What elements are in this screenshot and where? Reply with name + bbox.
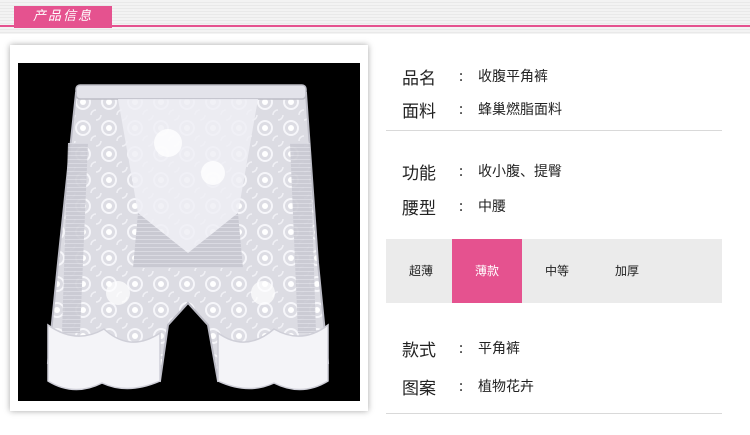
spec-colon: : — [458, 67, 464, 85]
spec-value: 中腰 — [478, 199, 506, 215]
spec-row-function: 功能 : 收小腹、提臀 — [402, 156, 562, 186]
section-divider — [386, 413, 722, 414]
spec-value: 收小腹、提臀 — [478, 164, 562, 180]
product-photo — [18, 63, 360, 401]
spec-row-pattern: 图案 : 植物花卉 — [402, 371, 534, 401]
spec-label: 功能 — [402, 163, 436, 184]
spec-label: 品名 — [402, 68, 436, 89]
spec-colon: : — [458, 197, 464, 215]
thickness-option-ultra-thin[interactable]: 超薄 — [386, 239, 456, 303]
spec-value: 收腹平角裤 — [478, 69, 548, 85]
spec-colon: : — [458, 377, 464, 395]
spec-label: 面料 — [402, 101, 436, 122]
spec-colon: : — [458, 162, 464, 180]
spec-label: 腰型 — [402, 198, 436, 219]
spec-label: 图案 — [402, 378, 436, 399]
spec-value: 蜂巢燃脂面料 — [478, 102, 562, 118]
section-title-tag: 产品信息 — [14, 6, 112, 28]
spec-colon: : — [458, 339, 464, 357]
spec-row-waist: 腰型 : 中腰 — [402, 191, 506, 221]
spec-value: 平角裤 — [478, 341, 520, 357]
spec-label: 款式 — [402, 340, 436, 361]
product-photo-frame — [10, 45, 368, 411]
spec-value: 植物花卉 — [478, 379, 534, 395]
thickness-option-medium[interactable]: 中等 — [522, 239, 592, 303]
thickness-option-thick[interactable]: 加厚 — [592, 239, 662, 303]
shapewear-shorts-image — [46, 84, 330, 391]
spec-row-name: 品名 : 收腹平角裤 — [402, 61, 548, 91]
thickness-selector: 超薄 薄款 中等 加厚 — [386, 239, 722, 303]
header-strip — [0, 0, 750, 34]
spec-row-style: 款式 : 平角裤 — [402, 333, 520, 363]
spec-row-fabric: 面料 : 蜂巢燃脂面料 — [402, 94, 562, 124]
spec-colon: : — [458, 100, 464, 118]
thickness-option-thin[interactable]: 薄款 — [452, 239, 522, 303]
header-divider — [0, 25, 750, 27]
section-divider — [386, 130, 722, 131]
